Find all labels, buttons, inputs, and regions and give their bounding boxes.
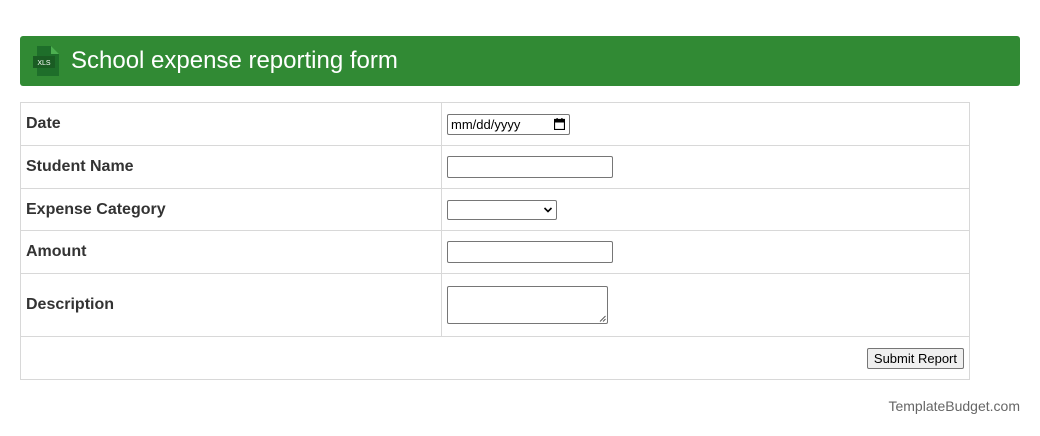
xls-icon-text: XLS [37,60,51,67]
date-placeholder: mm/dd/yyyy [451,116,521,132]
form-row-submit: Submit Report [20,336,970,380]
form-row-student-name: Student Name [20,145,970,189]
date-label: Date [20,102,442,146]
form-header: XLS School expense reporting form [20,36,1020,86]
xls-file-icon: XLS [33,46,59,76]
expense-category-select[interactable] [447,199,557,220]
form-row-amount: Amount [20,230,970,274]
description-textarea[interactable] [447,286,608,324]
student-name-label: Student Name [20,145,442,189]
amount-label: Amount [20,230,442,274]
resize-grip-icon[interactable] [599,315,606,322]
form-row-date: Date mm/dd/yyyy [20,102,970,146]
footer-brand: TemplateBudget.com [888,398,1020,414]
chevron-down-icon [543,206,553,213]
form-row-description: Description [20,273,970,337]
student-name-input[interactable] [447,156,613,178]
calendar-icon[interactable] [554,117,565,130]
expense-form-table: Date mm/dd/yyyy Student Name Expense Cat… [20,102,970,380]
submit-report-button[interactable]: Submit Report [866,347,964,369]
form-row-expense-category: Expense Category [20,188,970,231]
date-input[interactable]: mm/dd/yyyy [447,113,570,135]
expense-category-label: Expense Category [20,188,442,231]
amount-input[interactable] [447,241,613,263]
description-label: Description [20,273,442,337]
page-title: School expense reporting form [71,47,398,74]
